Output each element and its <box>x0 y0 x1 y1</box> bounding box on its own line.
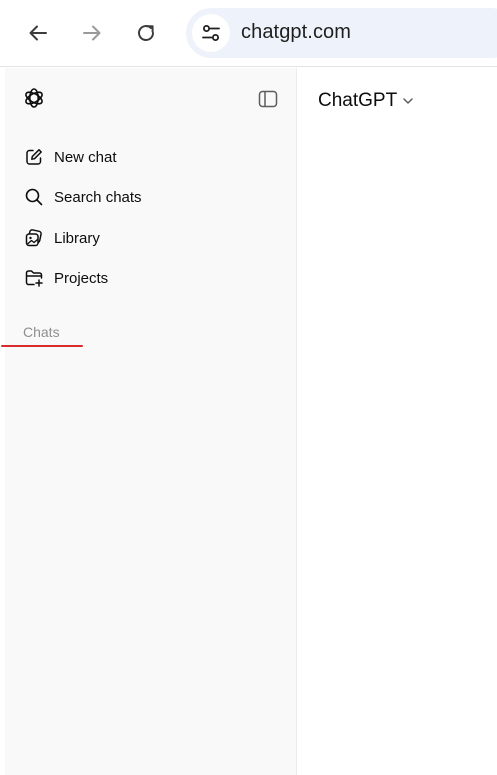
reload-icon <box>138 25 154 41</box>
reload-button[interactable] <box>131 18 161 48</box>
model-selector[interactable]: ChatGPT <box>318 88 414 114</box>
address-bar[interactable]: chatgpt.com <box>186 8 497 58</box>
chatgpt-logo-icon[interactable] <box>22 86 46 110</box>
main-panel: ChatGPT <box>297 68 497 775</box>
sidebar-toggle-button[interactable] <box>257 88 279 110</box>
new-chat-label: New chat <box>54 148 117 166</box>
library-icon <box>23 227 45 249</box>
site-info-button[interactable] <box>192 14 230 52</box>
arrow-left-icon <box>29 25 47 41</box>
arrow-right-icon <box>83 25 101 41</box>
chevron-down-icon <box>402 95 414 107</box>
model-name: ChatGPT <box>318 90 398 111</box>
folder-plus-icon <box>23 267 45 289</box>
library-button[interactable]: Library <box>17 221 287 255</box>
chats-section-heading: Chats <box>23 324 60 340</box>
sidebar: New chat Search chats Library Projects C… <box>1 68 297 775</box>
search-icon <box>23 186 45 208</box>
new-chat-button[interactable]: New chat <box>17 140 287 174</box>
library-label: Library <box>54 229 100 247</box>
search-chats-label: Search chats <box>54 188 142 206</box>
edit-icon <box>23 146 45 168</box>
annotation-underline <box>1 345 83 347</box>
chatgpt-app: New chat Search chats Library Projects C… <box>1 68 497 775</box>
back-button[interactable] <box>23 18 53 48</box>
sidebar-toggle-icon <box>258 90 278 108</box>
tune-icon <box>202 25 220 41</box>
forward-button[interactable] <box>77 18 107 48</box>
url-text[interactable]: chatgpt.com <box>241 21 351 44</box>
browser-toolbar: chatgpt.com <box>0 0 497 67</box>
search-chats-button[interactable]: Search chats <box>17 180 287 214</box>
projects-button[interactable]: Projects <box>17 261 287 295</box>
projects-label: Projects <box>54 269 109 287</box>
